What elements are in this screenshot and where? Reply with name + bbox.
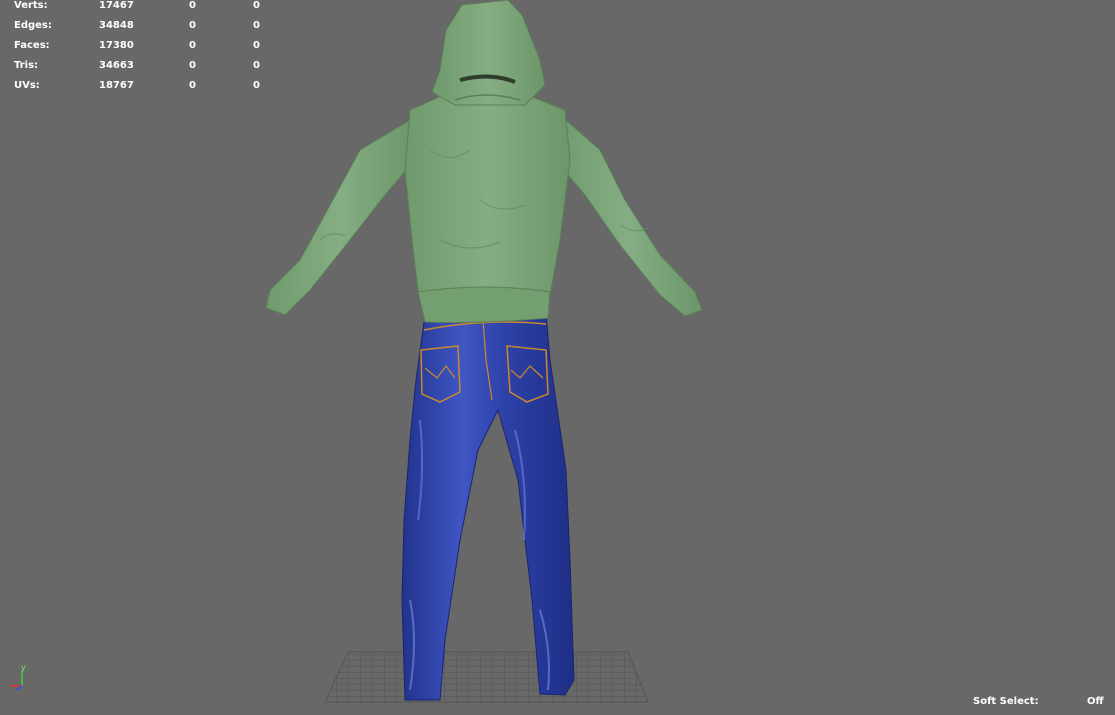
soft-select-label: Soft Select:	[973, 696, 1039, 707]
soft-select-value: Off	[1087, 696, 1104, 707]
character-model[interactable]	[0, 0, 1115, 715]
3d-viewport[interactable]: Verts: 17467 0 0 Edges: 34848 0 0 Faces:…	[0, 0, 1115, 715]
xyz-axis-icon	[10, 670, 23, 691]
hoodie	[265, 0, 703, 323]
axis-y-label: y	[21, 663, 26, 672]
jeans	[401, 313, 575, 701]
ground-grid	[324, 651, 649, 703]
